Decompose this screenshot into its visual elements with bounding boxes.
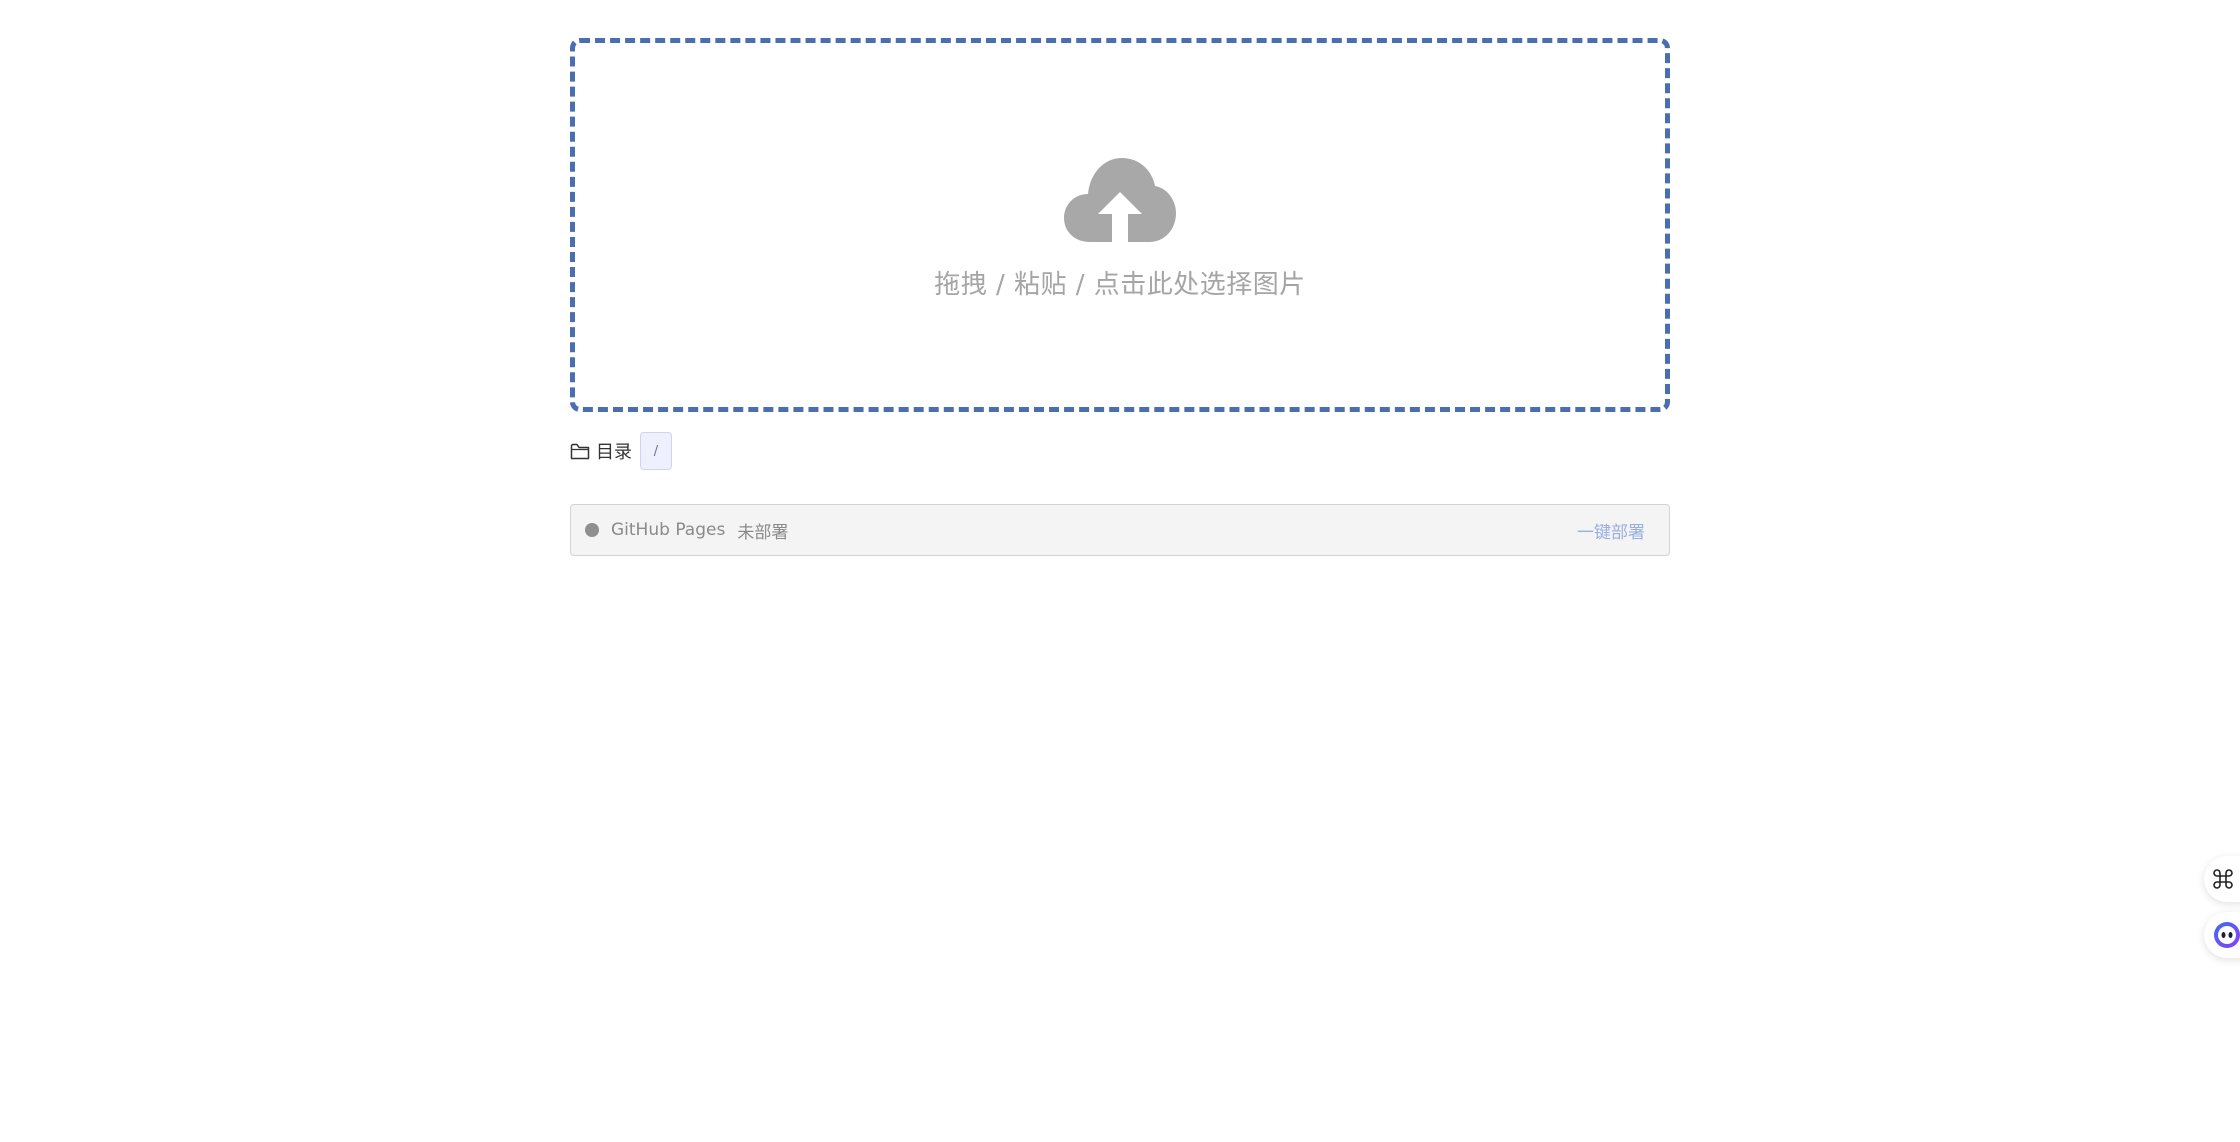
assistant-icon — [2214, 922, 2240, 948]
cloud-upload-icon — [1064, 157, 1176, 242]
page: 拖拽 / 粘贴 / 点击此处选择图片 目录 / GitHub Pages 未部署… — [0, 0, 2240, 1142]
directory-label: 目录 — [596, 442, 632, 463]
command-icon — [2213, 869, 2233, 889]
dropzone-text: 拖拽 / 粘贴 / 点击此处选择图片 — [934, 269, 1306, 300]
main-content: 拖拽 / 粘贴 / 点击此处选择图片 目录 / GitHub Pages 未部署… — [570, 38, 1670, 556]
directory-input[interactable]: / — [640, 432, 672, 470]
status-dot — [585, 523, 599, 537]
deploy-target-name: GitHub Pages — [611, 520, 726, 540]
deploy-bar: GitHub Pages 未部署 一键部署 — [570, 504, 1670, 556]
directory-row: 目录 / — [570, 432, 1670, 470]
one-click-deploy-button[interactable]: 一键部署 — [1577, 518, 1645, 543]
command-button[interactable] — [2204, 856, 2240, 902]
deploy-status: 未部署 — [737, 522, 789, 543]
assistant-button[interactable] — [2204, 912, 2240, 958]
folder-icon — [570, 443, 590, 459]
upload-dropzone[interactable]: 拖拽 / 粘贴 / 点击此处选择图片 — [570, 38, 1670, 412]
